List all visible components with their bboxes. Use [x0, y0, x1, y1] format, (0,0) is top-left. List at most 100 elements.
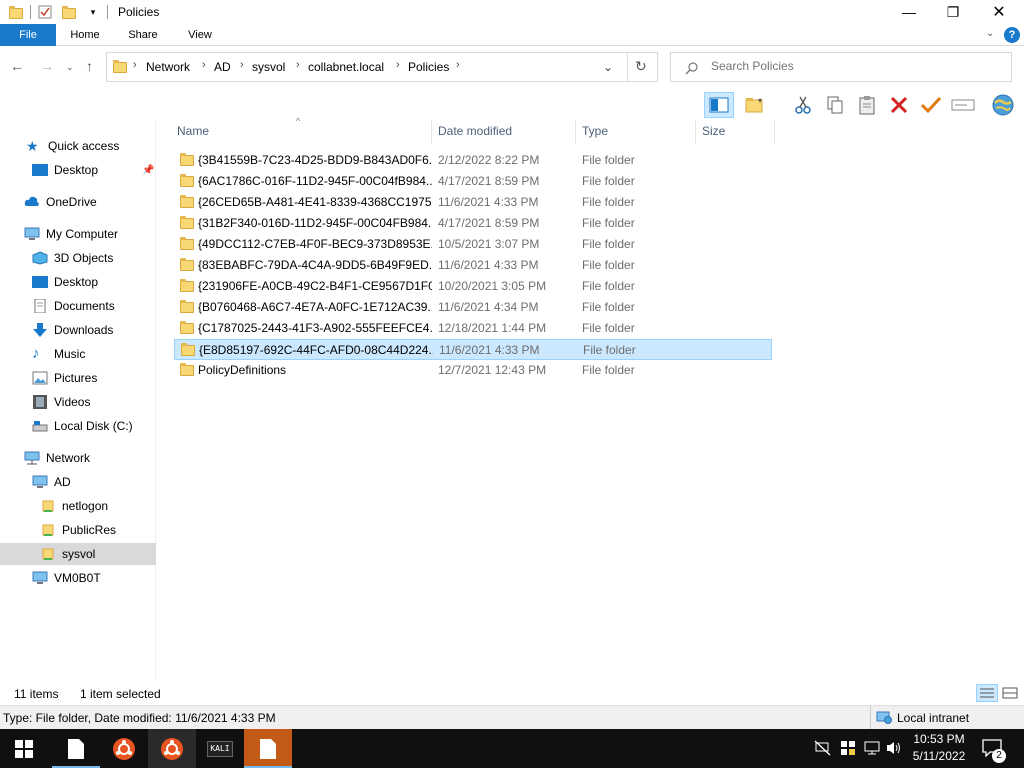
- back-button[interactable]: ←: [10, 58, 24, 74]
- file-row[interactable]: {3B41559B-7C23-4D25-BDD9-B843AD0F6... 2/1…: [174, 150, 772, 171]
- nav-desktop-pinned[interactable]: Desktop 📌: [0, 159, 156, 181]
- taskbar-explorer-button[interactable]: [244, 729, 292, 768]
- nav-desktop[interactable]: Desktop: [0, 271, 156, 293]
- file-row[interactable]: {C1787025-2443-41F3-A902-555FEEFCE4... 12…: [174, 318, 772, 339]
- nav-publicres[interactable]: PublicRes: [0, 519, 156, 541]
- nav-pictures[interactable]: Pictures: [0, 367, 156, 389]
- chevron-right-icon[interactable]: ›: [202, 59, 206, 71]
- new-folder-icon[interactable]: [62, 5, 76, 19]
- close-button[interactable]: ✕: [976, 0, 1022, 24]
- clock-date[interactable]: 5/11/2022: [906, 749, 972, 763]
- new-item-icon[interactable]: ▾: [742, 92, 768, 118]
- column-divider[interactable]: [575, 120, 576, 144]
- taskbar-ubuntu-button[interactable]: [100, 729, 148, 768]
- minimize-button[interactable]: —: [886, 0, 932, 24]
- shield-icon[interactable]: [840, 740, 856, 759]
- breadcrumb-collabnet[interactable]: collabnet.local: [308, 60, 384, 74]
- file-row[interactable]: {6AC1786C-016F-11D2-945F-00C04fB984... 4/…: [174, 171, 772, 192]
- breadcrumb-sysvol[interactable]: sysvol: [252, 60, 285, 74]
- clock-time[interactable]: 10:53 PM: [906, 732, 972, 746]
- search-input[interactable]: [711, 59, 991, 73]
- large-icons-view-icon[interactable]: [1002, 686, 1018, 700]
- pin-icon[interactable]: 📌: [142, 165, 154, 176]
- breadcrumb-policies[interactable]: Policies: [408, 60, 449, 74]
- up-button[interactable]: ↑: [86, 58, 93, 74]
- globe-icon[interactable]: [990, 92, 1016, 118]
- column-divider[interactable]: [431, 120, 432, 144]
- expand-ribbon-icon[interactable]: ⌄: [986, 28, 994, 39]
- column-header-name[interactable]: Name: [177, 124, 209, 138]
- address-history-dropdown-icon[interactable]: ⌄: [603, 60, 613, 74]
- cut-icon[interactable]: [790, 92, 816, 118]
- selection-count: 1 item selected: [80, 687, 161, 701]
- breadcrumb-ad[interactable]: AD: [214, 60, 231, 74]
- nav-onedrive[interactable]: OneDrive: [0, 191, 156, 213]
- maximize-button[interactable]: ❐: [930, 0, 976, 24]
- address-bar[interactable]: › Network › AD › sysvol › collabnet.loca…: [106, 52, 658, 82]
- delete-icon[interactable]: [886, 92, 912, 118]
- recent-locations-dropdown[interactable]: ⌄: [66, 62, 74, 73]
- file-row[interactable]: PolicyDefinitions 12/7/2021 12:43 PM File …: [174, 360, 772, 381]
- tab-home[interactable]: Home: [62, 24, 108, 46]
- customize-toolbar-dropdown-icon[interactable]: ▾: [86, 5, 100, 19]
- column-header-date[interactable]: Date modified: [438, 124, 512, 138]
- start-button[interactable]: [0, 729, 48, 768]
- forward-button[interactable]: →: [40, 58, 54, 74]
- nav-documents[interactable]: Documents: [0, 295, 156, 317]
- column-divider[interactable]: [774, 120, 775, 144]
- paste-icon[interactable]: [854, 92, 880, 118]
- network-disconnected-icon[interactable]: [814, 740, 832, 759]
- copy-icon[interactable]: [822, 92, 848, 118]
- file-type: File folder: [582, 174, 635, 188]
- chevron-right-icon[interactable]: ›: [396, 59, 400, 71]
- nav-label: PublicRes: [62, 523, 117, 537]
- column-header-type[interactable]: Type: [582, 124, 608, 138]
- nav-vm0b0t[interactable]: VM0B0T: [0, 567, 156, 589]
- volume-icon[interactable]: [886, 740, 902, 759]
- chevron-right-icon[interactable]: ›: [296, 59, 300, 71]
- properties-icon[interactable]: [38, 5, 52, 19]
- file-row[interactable]: {31B2F340-016D-11D2-945F-00C04FB984... 4/…: [174, 213, 772, 234]
- chevron-right-icon[interactable]: ›: [456, 59, 460, 71]
- help-icon[interactable]: ?: [1004, 27, 1020, 43]
- file-row[interactable]: {E8D85197-692C-44FC-AFD0-08C44D224... 11/…: [174, 339, 772, 360]
- tab-view[interactable]: View: [178, 24, 222, 46]
- nav-music[interactable]: ♪ Music: [0, 343, 156, 365]
- folder-icon: [180, 174, 194, 187]
- taskbar-notepad-button[interactable]: [52, 729, 100, 768]
- breadcrumb-network[interactable]: Network: [146, 60, 190, 74]
- rename-icon[interactable]: [950, 92, 976, 118]
- taskbar-kali-button[interactable]: KALI: [196, 729, 244, 768]
- preview-pane-icon[interactable]: [704, 92, 734, 118]
- check-icon[interactable]: [918, 92, 944, 118]
- music-note-icon: ♪: [32, 345, 40, 362]
- details-view-icon[interactable]: [976, 684, 998, 702]
- nav-my-computer[interactable]: My Computer: [0, 223, 156, 245]
- file-date-modified: 11/6/2021 4:33 PM: [439, 343, 540, 357]
- tab-file[interactable]: File: [0, 24, 56, 46]
- column-divider[interactable]: [695, 120, 696, 144]
- file-name: {6AC1786C-016F-11D2-945F-00C04fB984...: [198, 174, 432, 188]
- column-header-size[interactable]: Size: [702, 124, 725, 138]
- file-row[interactable]: {231906FE-A0CB-49C2-B4F1-CE9567D1F0... 10…: [174, 276, 772, 297]
- file-row[interactable]: {49DCC112-C7EB-4F0F-BEC9-373D8953E... 10/…: [174, 234, 772, 255]
- taskbar-ubuntu-button-2[interactable]: [148, 729, 196, 768]
- nav-quick-access[interactable]: ★ Quick access: [0, 135, 156, 157]
- file-row[interactable]: {83EBABFC-79DA-4C4A-9DD5-6B49F9ED... 11/6…: [174, 255, 772, 276]
- refresh-icon[interactable]: ↻: [635, 58, 647, 75]
- network-status-icon[interactable]: [864, 740, 880, 759]
- nav-network[interactable]: Network: [0, 447, 156, 469]
- chevron-right-icon[interactable]: ›: [133, 59, 137, 71]
- nav-downloads[interactable]: Downloads: [0, 319, 156, 341]
- nav-ad[interactable]: AD: [0, 471, 156, 493]
- search-box[interactable]: [670, 52, 1012, 82]
- nav-local-disk[interactable]: Local Disk (C:): [0, 415, 156, 437]
- file-row[interactable]: {B0760468-A6C7-4E7A-A0FC-1E712AC39... 11/…: [174, 297, 772, 318]
- chevron-right-icon[interactable]: ›: [240, 59, 244, 71]
- nav-videos[interactable]: Videos: [0, 391, 156, 413]
- nav-netlogon[interactable]: netlogon: [0, 495, 156, 517]
- file-row[interactable]: {26CED65B-A481-4E41-8339-4368CC1975... 11…: [174, 192, 772, 213]
- tab-share[interactable]: Share: [120, 24, 166, 46]
- nav-sysvol[interactable]: sysvol: [0, 543, 156, 565]
- nav-3d-objects[interactable]: 3D Objects: [0, 247, 156, 269]
